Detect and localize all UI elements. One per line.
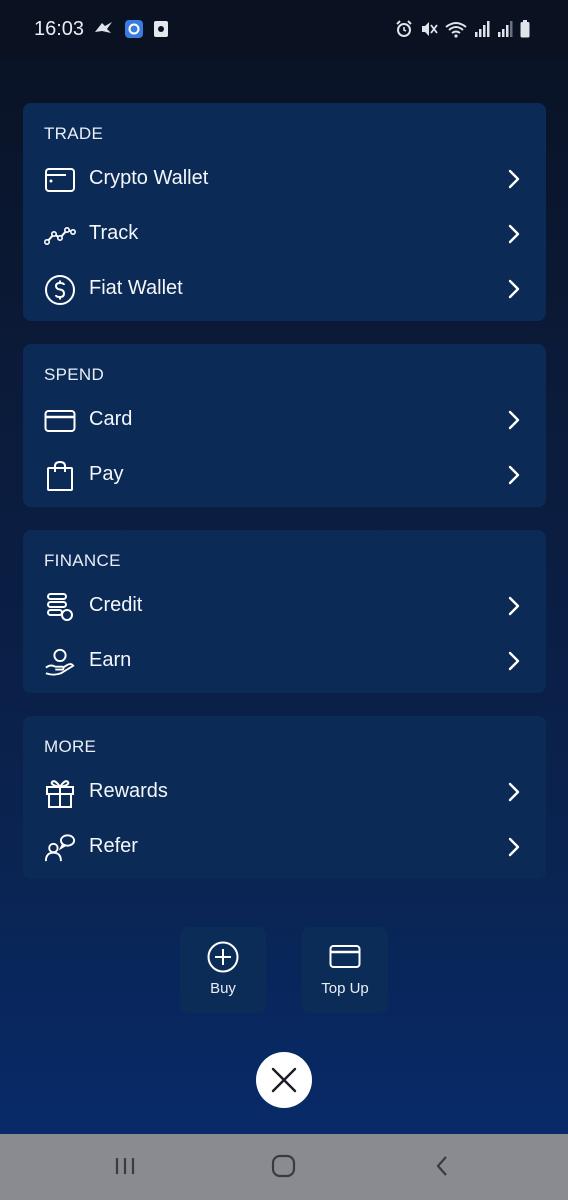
status-time: 16:03	[34, 17, 85, 40]
section-title: SPEND	[44, 365, 105, 384]
home-icon[interactable]	[270, 1152, 298, 1180]
signal-icon	[474, 20, 490, 38]
coin-stack-icon	[44, 591, 76, 623]
status-left: 16:03	[34, 18, 169, 41]
top-up-label: Top Up	[321, 980, 369, 997]
dollar-circle-icon	[44, 274, 76, 306]
wifi-icon	[445, 20, 467, 38]
menu-item-track[interactable]: Track	[23, 209, 546, 259]
menu-item-label: Fiat Wallet	[89, 277, 183, 299]
menu-item-refer[interactable]: Refer	[23, 822, 546, 872]
more-section: MORE Rewards Refer	[23, 716, 546, 879]
close-icon	[271, 1067, 297, 1093]
app-notification-icon	[124, 19, 144, 39]
menu-item-rewards[interactable]: Rewards	[23, 767, 546, 817]
chevron-right-icon	[508, 782, 520, 802]
recent-apps-icon[interactable]	[113, 1152, 137, 1180]
menu-item-pay[interactable]: Pay	[23, 450, 546, 500]
top-up-button[interactable]: Top Up	[302, 927, 388, 1013]
close-button[interactable]	[256, 1052, 312, 1108]
battery-icon	[520, 20, 530, 38]
buy-button[interactable]: Buy	[180, 927, 266, 1013]
menu-item-crypto-wallet[interactable]: Crypto Wallet	[23, 154, 546, 204]
refer-user-icon	[44, 832, 76, 864]
menu-item-label: Crypto Wallet	[89, 167, 209, 189]
spend-section: SPEND Card Pay	[23, 344, 546, 507]
menu-item-fiat-wallet[interactable]: Fiat Wallet	[23, 264, 546, 314]
system-navigation-bar	[0, 1134, 568, 1200]
section-title: TRADE	[44, 124, 104, 143]
menu-item-label: Credit	[89, 594, 143, 616]
menu-item-label: Earn	[89, 649, 132, 671]
chevron-right-icon	[508, 596, 520, 616]
credit-card-icon	[44, 405, 76, 437]
buy-label: Buy	[210, 980, 236, 997]
menu-item-label: Rewards	[89, 780, 168, 802]
chevron-right-icon	[508, 465, 520, 485]
menu-item-label: Track	[89, 222, 139, 244]
wallet-icon	[44, 164, 76, 196]
menu-item-credit[interactable]: Credit	[23, 581, 546, 631]
status-right	[395, 20, 530, 38]
screenshot-icon	[153, 20, 169, 38]
back-icon[interactable]	[432, 1152, 452, 1180]
chevron-right-icon	[508, 224, 520, 244]
status-bar: 16:03	[0, 0, 568, 58]
menu-item-earn[interactable]: Earn	[23, 636, 546, 686]
credit-card-icon	[329, 945, 361, 968]
shopping-bag-icon	[44, 460, 76, 492]
section-title: MORE	[44, 737, 97, 756]
signal-icon-2	[497, 20, 513, 38]
chevron-right-icon	[508, 169, 520, 189]
menu-item-label: Refer	[89, 835, 138, 857]
navigation-icon	[93, 20, 115, 38]
finance-section: FINANCE Credit Earn	[23, 530, 546, 693]
trade-section: TRADE Crypto Wallet Track Fiat Wallet	[23, 103, 546, 321]
hand-coin-icon	[44, 646, 76, 678]
menu-item-card[interactable]: Card	[23, 395, 546, 445]
chevron-right-icon	[508, 837, 520, 857]
mute-icon	[420, 20, 438, 38]
section-title: FINANCE	[44, 551, 121, 570]
chevron-right-icon	[508, 410, 520, 430]
chevron-right-icon	[508, 651, 520, 671]
chevron-right-icon	[508, 279, 520, 299]
alarm-icon	[395, 20, 413, 38]
gift-icon	[44, 777, 76, 809]
trend-line-icon	[44, 219, 76, 251]
menu-item-label: Pay	[89, 463, 124, 485]
plus-circle-icon	[207, 941, 239, 973]
menu-item-label: Card	[89, 408, 133, 430]
